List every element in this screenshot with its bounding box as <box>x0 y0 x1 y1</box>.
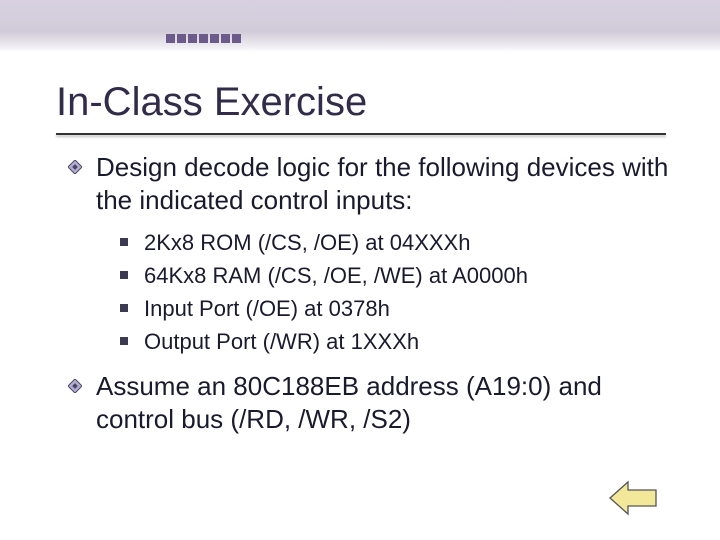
sub-text: 64Kx8 RAM (/CS, /OE, /WE) at A0000h <box>144 263 528 288</box>
back-arrow-button[interactable] <box>608 478 658 518</box>
slide-title: In-Class Exercise <box>0 52 720 133</box>
sub-bullet: 2Kx8 ROM (/CS, /OE) at 04XXXh <box>120 226 680 259</box>
slide: In-Class Exercise Design decode logic fo… <box>0 0 720 540</box>
header-gradient <box>0 0 720 52</box>
square-bullet-icon <box>120 238 128 246</box>
sub-text: 2Kx8 ROM (/CS, /OE) at 04XXXh <box>144 230 470 255</box>
sub-bullet: 64Kx8 RAM (/CS, /OE, /WE) at A0000h <box>120 259 680 292</box>
sub-bullet-list: 2Kx8 ROM (/CS, /OE) at 04XXXh 64Kx8 RAM … <box>72 226 680 358</box>
square-bullet-icon <box>120 304 128 312</box>
square-bullet-icon <box>120 337 128 345</box>
bullet2-text: Assume an 80C188EB address (A19:0) and c… <box>96 371 602 434</box>
bullet1-text: Design decode logic for the following de… <box>96 152 668 215</box>
diamond-bullet-icon <box>68 160 82 174</box>
sub-bullet: Input Port (/OE) at 0378h <box>120 292 680 325</box>
sub-text: Output Port (/WR) at 1XXXh <box>144 329 419 354</box>
sub-text: Input Port (/OE) at 0378h <box>144 296 390 321</box>
diamond-bullet-icon <box>68 379 82 393</box>
bullet-level1: Design decode logic for the following de… <box>72 151 680 216</box>
slide-content: Design decode logic for the following de… <box>0 135 720 435</box>
sub-bullet: Output Port (/WR) at 1XXXh <box>120 325 680 358</box>
decorative-squares <box>166 34 241 43</box>
square-bullet-icon <box>120 271 128 279</box>
bullet-level1: Assume an 80C188EB address (A19:0) and c… <box>72 370 680 435</box>
